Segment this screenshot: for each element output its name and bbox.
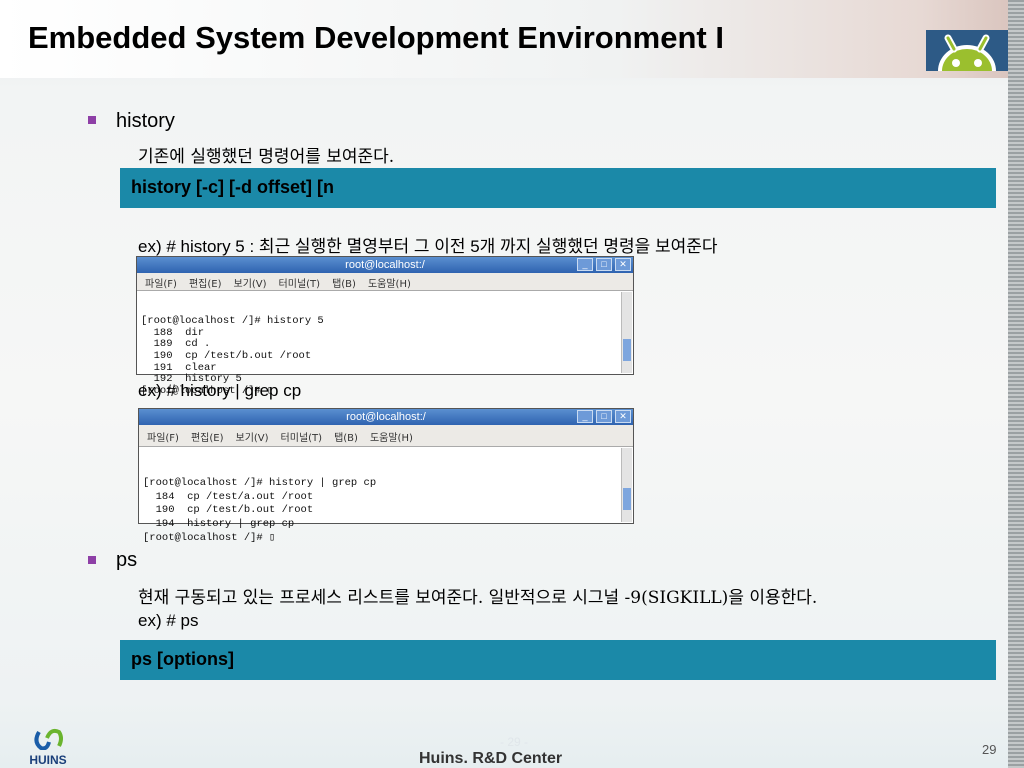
- menu-terminal[interactable]: 터미널(T): [281, 433, 323, 444]
- company-logo: HUINS: [20, 728, 76, 766]
- terminal-window-2: root@localhost:/ _ □ ✕ 파일(F) 편집(E) 보기(V) 터미널(…: [138, 408, 634, 544]
- menu-help[interactable]: 도움말(H): [368, 279, 411, 290]
- terminal-output: [root@localhost /]# history 5 188 dir 18…: [141, 315, 324, 397]
- ps-syntax-box: ps [options]: [120, 640, 996, 680]
- maximize-icon[interactable]: □: [596, 410, 612, 423]
- decorative-strip: [1008, 0, 1024, 768]
- menu-tabs[interactable]: 탭(B): [332, 279, 356, 290]
- bullet-ps: ps: [116, 549, 138, 571]
- terminal-titlebar: root@localhost:/ _ □ ✕: [137, 257, 633, 273]
- bullet-history: history: [116, 110, 175, 132]
- terminal-window-1: root@localhost:/ _ □ ✕ 파일(F) 편집(E) 보기(V) 터미널(…: [136, 256, 634, 396]
- menu-help[interactable]: 도움말(H): [370, 433, 413, 444]
- terminal-menubar: 파일(F) 편집(E) 보기(V) 터미널(T) 탭(B) 도움말(H): [137, 273, 633, 291]
- scrollbar[interactable]: [621, 448, 632, 522]
- menu-tabs[interactable]: 탭(B): [334, 433, 358, 444]
- history-description: 기존에 실행했던 명령어를 보여준다.: [138, 147, 395, 167]
- menu-edit[interactable]: 편집(E): [189, 279, 222, 290]
- menu-view[interactable]: 보기(V): [236, 433, 269, 444]
- ps-description: 현재 구동되고 있는 프로세스 리스트를 보여준다. 일반적으로 시그널 -9(…: [138, 588, 818, 608]
- terminal-output: [root@localhost /]# history | grep cp 18…: [143, 477, 377, 544]
- ps-example: ex) # ps: [138, 611, 199, 630]
- bullet-icon: [88, 556, 96, 564]
- close-icon[interactable]: ✕: [615, 410, 631, 423]
- menu-view[interactable]: 보기(V): [234, 279, 267, 290]
- android-logo-icon: [926, 30, 1008, 71]
- menu-file[interactable]: 파일(F): [145, 279, 177, 290]
- history-example-2: ex) # history | grep cp: [138, 381, 302, 400]
- history-example-1: ex) # history 5 : 최근 실행한 멸영부터 그 이전 5개 까지…: [138, 237, 718, 256]
- maximize-icon[interactable]: □: [596, 258, 612, 271]
- menu-terminal[interactable]: 터미널(T): [279, 279, 321, 290]
- slide-title: Embedded System Development Environment …: [28, 20, 724, 55]
- minimize-icon[interactable]: _: [577, 410, 593, 423]
- minimize-icon[interactable]: _: [577, 258, 593, 271]
- page-number: 29: [982, 742, 997, 757]
- faint-page-number: - 29 -: [500, 735, 529, 749]
- bullet-icon: [88, 116, 96, 124]
- history-syntax-box: history [-c] [-d offset] [n: [120, 168, 996, 208]
- scrollbar[interactable]: [621, 292, 632, 373]
- menu-edit[interactable]: 편집(E): [191, 433, 224, 444]
- terminal-titlebar: root@localhost:/ _ □ ✕: [139, 409, 633, 425]
- menu-file[interactable]: 파일(F): [147, 433, 179, 444]
- footer-center: Huins. R&D Center: [419, 750, 563, 767]
- terminal-menubar: 파일(F) 편집(E) 보기(V) 터미널(T) 탭(B) 도움말(H): [139, 425, 633, 447]
- close-icon[interactable]: ✕: [615, 258, 631, 271]
